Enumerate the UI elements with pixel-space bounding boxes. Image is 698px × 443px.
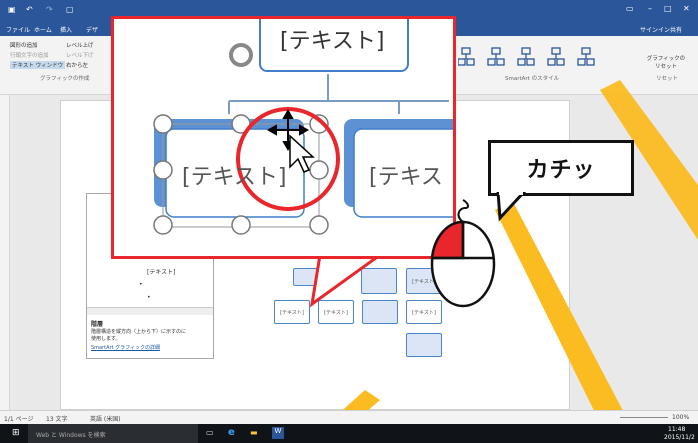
word-app-icon[interactable]: W xyxy=(272,427,284,439)
clock-time[interactable]: 11:48 xyxy=(668,426,685,433)
zoom-level[interactable]: 100% xyxy=(672,414,689,421)
zoom-top-box-label: [テキスト] xyxy=(280,29,385,54)
click-sound-text: カチッ xyxy=(526,158,596,183)
edge-browser-icon[interactable]: e xyxy=(228,427,235,438)
zoom-callout: [テキスト] [テキスト] [テキス xyxy=(111,16,456,259)
language-indicator[interactable]: 英語 (米国) xyxy=(90,414,121,423)
status-bar: 1/1 ページ 13 文字 英語 (米国) 100% xyxy=(0,410,698,424)
task-view-icon[interactable]: ▭ xyxy=(206,428,214,437)
page-count[interactable]: 1/1 ページ xyxy=(4,414,33,423)
search-box[interactable]: Web と Windows を検索 xyxy=(28,424,198,443)
file-explorer-icon[interactable]: ▬ xyxy=(250,428,258,437)
taskbar: ⊞ Web と Windows を検索 ▭ e ▬ W 11:48 2015/1… xyxy=(0,424,698,443)
zoom-slider[interactable] xyxy=(620,417,668,418)
zoom-right-box-label: [テキス xyxy=(369,165,443,190)
clock-date[interactable]: 2015/11/2 xyxy=(664,434,695,441)
bubble-tail xyxy=(496,192,527,222)
windows-start-icon[interactable]: ⊞ xyxy=(12,428,20,438)
click-sound-bubble: カチッ xyxy=(488,140,634,196)
search-placeholder: Web と Windows を検索 xyxy=(36,432,106,439)
word-count[interactable]: 13 文字 xyxy=(46,414,68,423)
zoom-left-box-label: [テキスト] xyxy=(182,165,287,190)
